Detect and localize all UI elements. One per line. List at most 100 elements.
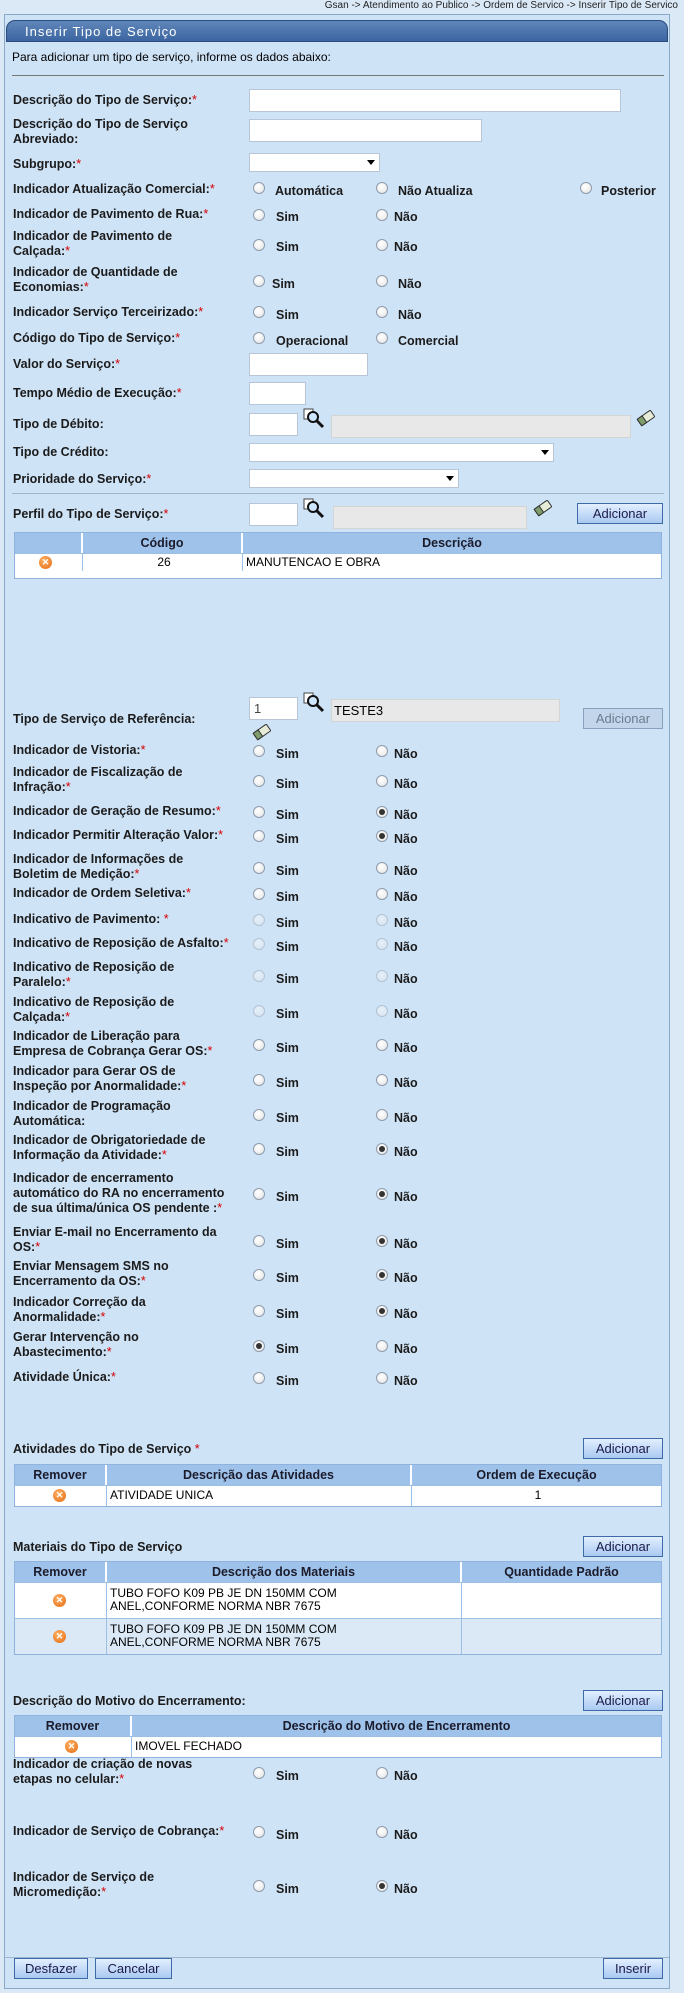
indicadores-radio-sim-16[interactable] xyxy=(253,1268,265,1281)
search-icon[interactable] xyxy=(303,408,325,430)
finais-radio-nao-1[interactable] xyxy=(376,1826,388,1838)
indicadores-radio-sim-2[interactable] xyxy=(253,806,265,818)
radio-comercial[interactable] xyxy=(376,332,388,344)
indicadores-radio-sim-14[interactable] xyxy=(253,1188,265,1200)
indicadores-radio-nao-17[interactable] xyxy=(376,1304,388,1317)
indicadores-radio-nao-4[interactable] xyxy=(376,861,388,874)
subgrupo-select[interactable] xyxy=(249,153,380,172)
desfazer-button[interactable]: Desfazer xyxy=(14,1958,88,1979)
indicadores-radio-nao-18[interactable] xyxy=(376,1339,388,1352)
add-motivo-button[interactable]: Adicionar xyxy=(583,1690,663,1711)
indicadores-radio-nao-0[interactable] xyxy=(376,745,388,757)
indicadores-radio-sim-6[interactable] xyxy=(253,914,265,926)
remove-icon[interactable]: ✕ xyxy=(53,1630,66,1643)
radio-automatica[interactable] xyxy=(253,182,265,194)
radio-nao-atualiza[interactable] xyxy=(376,182,388,194)
indicadores-radio-sim-1[interactable] xyxy=(253,774,265,787)
indicadores-radio-sim-7[interactable] xyxy=(253,938,265,950)
indicadores-label-8: Indicativo de Reposição de Paralelo:* xyxy=(13,960,175,989)
indicadores-radio-sim-5[interactable] xyxy=(253,888,265,900)
indicadores-radio-nao-8[interactable] xyxy=(376,969,388,982)
remove-icon[interactable]: ✕ xyxy=(65,1740,78,1753)
indicadores-radio-nao-10[interactable] xyxy=(376,1038,388,1051)
search-icon[interactable] xyxy=(303,692,325,714)
label-tempo: Tempo Médio de Execução:* xyxy=(13,386,182,400)
radio-qtd-economias-sim[interactable] xyxy=(253,275,265,287)
tipo-debito-input[interactable] xyxy=(249,413,298,436)
finais-radio-sim-0[interactable] xyxy=(253,1766,265,1779)
tempo-input[interactable] xyxy=(249,382,306,405)
radio-pav-calcada-sim[interactable] xyxy=(253,239,265,251)
indicadores-radio-sim-17[interactable] xyxy=(253,1304,265,1317)
finais-radio-sim-1[interactable] xyxy=(253,1826,265,1838)
tempo-field[interactable] xyxy=(250,383,305,404)
indicadores-radio-sim-11[interactable] xyxy=(253,1073,265,1086)
abreviado-input[interactable] xyxy=(249,119,482,142)
indicadores-radio-nao-7[interactable] xyxy=(376,938,388,950)
tipo-debito-field[interactable] xyxy=(250,414,297,435)
indicadores-radio-nao-3[interactable] xyxy=(376,830,388,842)
eraser-icon[interactable] xyxy=(636,409,656,427)
referencia-input[interactable] xyxy=(249,697,298,720)
indicadores-radio-nao-15[interactable] xyxy=(376,1234,388,1247)
radio-terceirizado-sim[interactable] xyxy=(253,306,265,318)
descricao-field[interactable] xyxy=(250,90,620,111)
remove-icon[interactable]: ✕ xyxy=(53,1594,66,1607)
referencia-field[interactable] xyxy=(250,698,297,719)
indicadores-radio-sim-12[interactable] xyxy=(253,1108,265,1121)
table-header-motivo: Descrição do Motivo de Encerramento xyxy=(132,1716,661,1736)
add-material-button[interactable]: Adicionar xyxy=(583,1536,663,1557)
radio-pav-rua-nao[interactable] xyxy=(376,209,388,221)
valor-field[interactable] xyxy=(250,354,367,375)
descricao-input[interactable] xyxy=(249,89,621,112)
indicadores-radio-nao-6[interactable] xyxy=(376,914,388,926)
abreviado-field[interactable] xyxy=(250,120,481,141)
radio-qtd-economias-nao[interactable] xyxy=(376,275,388,287)
radio-operacional[interactable] xyxy=(253,332,265,344)
indicadores-radio-nao-12[interactable] xyxy=(376,1108,388,1121)
radio-posterior[interactable] xyxy=(580,182,592,194)
indicadores-radio-nao-19[interactable] xyxy=(376,1372,388,1384)
indicadores-radio-nao-2[interactable] xyxy=(376,806,388,818)
remove-icon[interactable]: ✕ xyxy=(39,556,52,569)
indicadores-radio-sim-19[interactable] xyxy=(253,1372,265,1384)
search-icon[interactable] xyxy=(303,498,325,520)
indicadores-radio-sim-10[interactable] xyxy=(253,1038,265,1051)
finais-radio-nao-2[interactable] xyxy=(376,1879,388,1892)
indicadores-radio-nao-1[interactable] xyxy=(376,774,388,787)
prioridade-select[interactable] xyxy=(249,469,459,488)
indicadores-radio-sim-9[interactable] xyxy=(253,1004,265,1017)
perfil-input[interactable] xyxy=(249,503,298,526)
radio-pav-rua-sim[interactable] xyxy=(253,209,265,221)
radio-pav-calcada-nao[interactable] xyxy=(376,239,388,251)
indicadores-radio-sim-3[interactable] xyxy=(253,830,265,842)
indicadores-radio-sim-13[interactable] xyxy=(253,1142,265,1155)
perfil-field[interactable] xyxy=(250,504,297,525)
finais-radio-sim-2[interactable] xyxy=(253,1879,265,1892)
remove-icon[interactable]: ✕ xyxy=(53,1489,66,1502)
valor-input[interactable] xyxy=(249,353,368,376)
eraser-icon[interactable] xyxy=(533,499,553,517)
add-atividade-button[interactable]: Adicionar xyxy=(583,1438,663,1459)
inserir-button[interactable]: Inserir xyxy=(603,1958,663,1979)
finais-radio-nao-0[interactable] xyxy=(376,1766,388,1779)
indicadores-radio-sim-4[interactable] xyxy=(253,861,265,874)
indicadores-radio-nao-9[interactable] xyxy=(376,1004,388,1017)
indicadores-radio-nao-5[interactable] xyxy=(376,888,388,900)
indicadores-radio-nao-16[interactable] xyxy=(376,1268,388,1281)
indicadores-radio-sim-8[interactable] xyxy=(253,969,265,982)
radio-terceirizado-nao[interactable] xyxy=(376,306,388,318)
indicadores-radio-nao-11[interactable] xyxy=(376,1073,388,1086)
indicadores-radio-sim-15[interactable] xyxy=(253,1234,265,1247)
radio-sim-label: Sim xyxy=(276,747,299,761)
indicadores-radio-nao-13[interactable] xyxy=(376,1142,388,1155)
tipo-credito-select[interactable] xyxy=(249,443,554,462)
add-referencia-button[interactable]: Adicionar xyxy=(583,708,663,729)
indicadores-radio-nao-14[interactable] xyxy=(376,1188,388,1200)
radio-nao-label: Não xyxy=(394,1341,418,1356)
indicadores-radio-sim-18[interactable] xyxy=(253,1339,265,1352)
indicadores-radio-sim-0[interactable] xyxy=(253,745,265,757)
cancelar-button[interactable]: Cancelar xyxy=(95,1958,172,1979)
eraser-icon[interactable] xyxy=(252,723,272,741)
add-perfil-button[interactable]: Adicionar xyxy=(577,503,663,524)
